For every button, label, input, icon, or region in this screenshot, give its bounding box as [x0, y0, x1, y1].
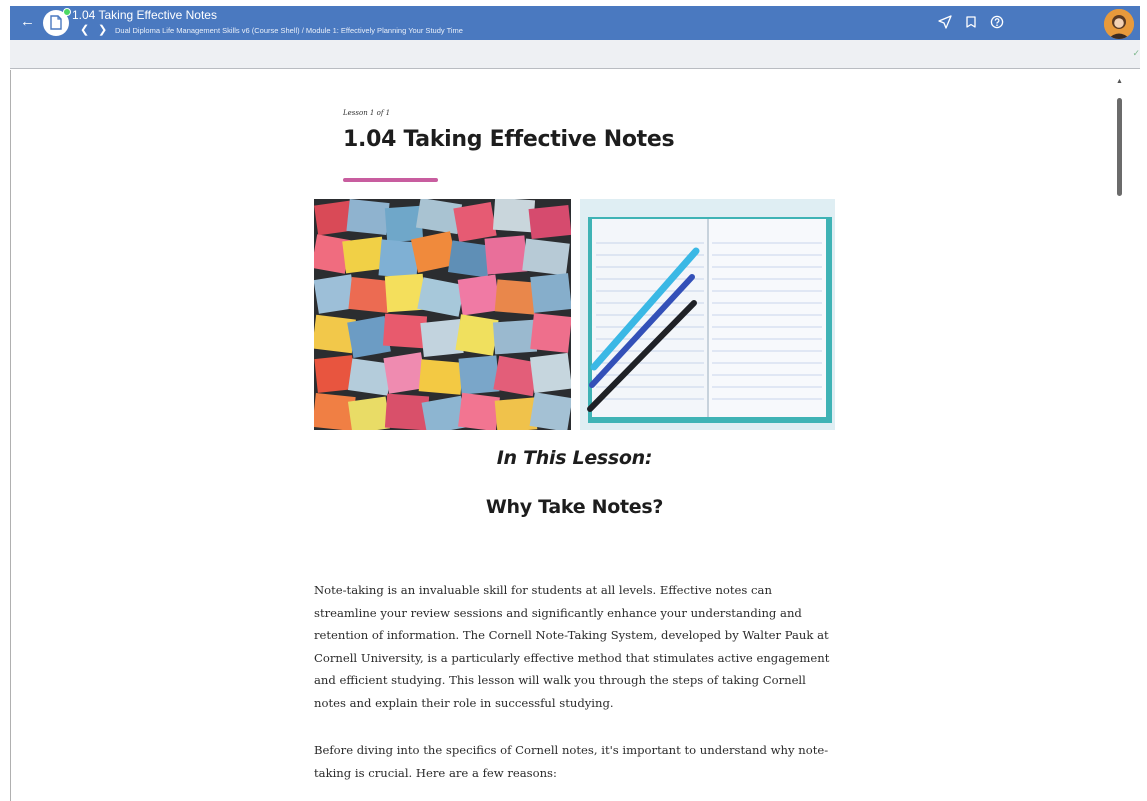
top-bar: ← 1.04 Taking Effective Notes ❮ ❯ Dual D…	[10, 6, 1140, 40]
scroll-up-arrow[interactable]: ▲	[1116, 78, 1123, 85]
reasons-paragraph: Before diving into the specifics of Corn…	[314, 743, 829, 780]
title-underline	[343, 178, 438, 182]
arrow-left-icon[interactable]: ←	[20, 13, 35, 31]
help-circle-icon[interactable]	[990, 15, 1006, 31]
breadcrumb[interactable]: Dual Diploma Life Management Skills v6 (…	[115, 25, 463, 36]
check-icon[interactable]: ✓	[1132, 48, 1140, 59]
chevron-right-icon[interactable]: ❯	[98, 25, 107, 36]
sticky-notes-image	[314, 199, 571, 430]
intro-paragraph: Note-taking is an invaluable skill for s…	[314, 583, 830, 710]
notebook-pens-image	[580, 199, 835, 430]
topic-title: 1.04 Taking Effective Notes	[72, 8, 217, 22]
bookmark-icon[interactable]	[964, 15, 980, 31]
chevron-left-icon[interactable]: ❮	[80, 25, 89, 36]
topic-toolbar: ✓	[10, 40, 1140, 69]
paper-plane-icon[interactable]	[938, 15, 954, 31]
scrollbar-thumb[interactable]	[1117, 98, 1122, 196]
lesson-counter: Lesson 1 of 1	[343, 109, 391, 117]
avatar[interactable]	[1104, 9, 1134, 39]
content-frame-border	[10, 70, 11, 801]
status-dot-icon	[63, 8, 71, 16]
section-heading-in-this-lesson: In This Lesson:	[496, 447, 653, 469]
section-heading-why-take-notes: Why Take Notes?	[485, 496, 664, 518]
page-title: 1.04 Taking Effective Notes	[343, 127, 675, 152]
